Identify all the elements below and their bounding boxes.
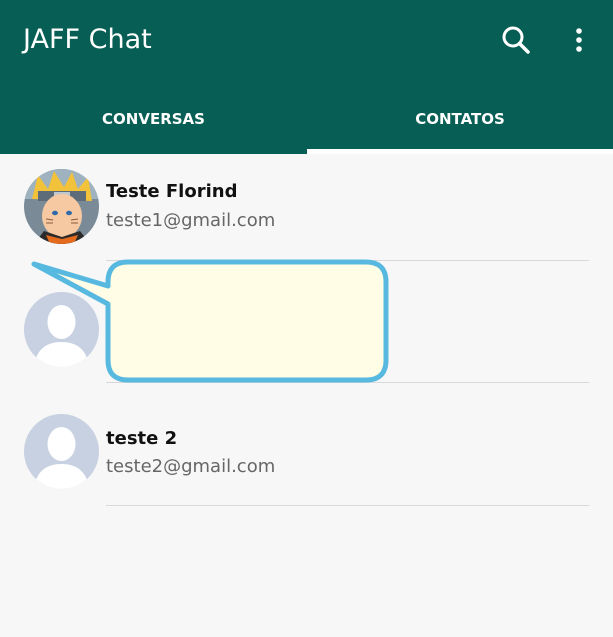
callout-bubble (31, 259, 389, 383)
